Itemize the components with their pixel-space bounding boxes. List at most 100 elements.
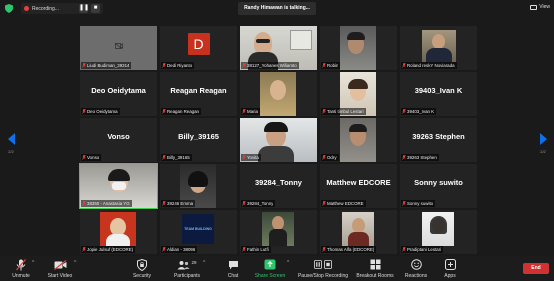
mic-muted-icon bbox=[402, 155, 406, 160]
video-feed-hair bbox=[347, 32, 365, 40]
grid-view-icon bbox=[530, 4, 538, 10]
participant-name-tag: Billy_39165 bbox=[161, 154, 192, 161]
breakout-rooms-button[interactable]: Breakout Rooms bbox=[353, 258, 397, 280]
reactions-button[interactable]: Reactions bbox=[402, 258, 430, 280]
participant-name-tag: Thomas Alfa (EDCORE) bbox=[321, 246, 377, 253]
pause-stop-recording-button[interactable]: Pause/Stop Recording bbox=[294, 258, 352, 280]
participant-tile[interactable]: Matthew EDCORE Matthew EDCORE bbox=[320, 164, 397, 208]
avatar: D bbox=[187, 33, 210, 55]
mic-muted-icon bbox=[402, 247, 406, 252]
mic-muted-icon bbox=[162, 155, 166, 160]
video-feed-person bbox=[254, 32, 272, 54]
participant-tile[interactable]: 39403_Ivan K 39403_Ivan K bbox=[400, 72, 477, 116]
meeting-toolbar: Unmute ^ Start Video ^ Security 29 Parti… bbox=[0, 256, 554, 281]
participant-name: Jopie Julsuf (EDCORE) bbox=[87, 247, 134, 252]
participant-tile[interactable]: Yovita bbox=[240, 118, 317, 162]
participant-name: 38350 - Anastasia YG bbox=[87, 201, 130, 206]
stop-icon bbox=[324, 260, 332, 269]
participant-name: Roland reskY Noviarada bbox=[407, 63, 455, 68]
participant-name-tag: 39263 Stephen bbox=[401, 154, 439, 161]
video-feed-person bbox=[272, 216, 284, 230]
audio-options-caret[interactable]: ^ bbox=[32, 260, 34, 266]
participant-tile[interactable]: Sonny suwito Sonny suwito bbox=[400, 164, 477, 208]
participant-name-tag: Tanti timbul Lestari bbox=[321, 108, 366, 115]
participant-tile[interactable]: Tanti timbul Lestari bbox=[320, 72, 397, 116]
end-meeting-button[interactable]: End bbox=[523, 263, 549, 274]
mic-muted-icon bbox=[322, 155, 326, 160]
start-video-button[interactable]: Start Video bbox=[44, 258, 76, 280]
security-button[interactable]: Security bbox=[128, 258, 156, 280]
participant-name: 39263 Stephen bbox=[407, 155, 437, 160]
participant-name-tag: Yovita bbox=[241, 154, 261, 161]
stop-recording-button[interactable]: ■ bbox=[91, 4, 100, 13]
mic-muted-icon bbox=[82, 201, 86, 206]
participant-tile[interactable]: Roland reskY Noviarada bbox=[400, 26, 477, 70]
participant-tile[interactable]: D Dedi Riyanto bbox=[160, 26, 237, 70]
participant-name-tag: Fathin Lutfi bbox=[241, 246, 271, 253]
pause-recording-button[interactable]: ❚❚ bbox=[79, 4, 89, 13]
participant-display-name: Matthew EDCORE bbox=[326, 177, 391, 187]
participant-tile[interactable]: Maria bbox=[240, 72, 317, 116]
previous-page-button[interactable]: 2/2 bbox=[4, 133, 18, 154]
participant-tile[interactable]: 39284_Tonny 39284_Tonny bbox=[240, 164, 317, 208]
page-indicator-left: 2/2 bbox=[8, 149, 14, 154]
chevron-left-icon bbox=[7, 133, 15, 145]
participant-display-name: 39284_Tonny bbox=[255, 177, 302, 187]
participant-tile[interactable]: 39246 Emma bbox=[160, 164, 237, 208]
participant-name-tag: 38127_Yohanes Wiliamto bbox=[241, 62, 299, 69]
participant-name: Fathin Lutfi bbox=[247, 247, 269, 252]
unmute-label: Unmute bbox=[12, 273, 30, 279]
participants-options-caret[interactable]: ^ bbox=[203, 260, 205, 266]
participant-tile[interactable]: Fathin Lutfi bbox=[240, 210, 317, 254]
participant-tile[interactable]: Odry bbox=[320, 118, 397, 162]
participant-tile[interactable]: 38350 - Anastasia YG bbox=[79, 163, 158, 209]
participant-tile[interactable]: 38127_Yohanes Wiliamto bbox=[240, 26, 317, 70]
mic-muted-icon bbox=[82, 247, 86, 252]
participant-name: 39403_Ivan K bbox=[407, 109, 435, 114]
apps-button[interactable]: Apps bbox=[439, 258, 461, 280]
participant-tile[interactable]: Deo Oeidytama Deo Oeidytama bbox=[80, 72, 157, 116]
participant-name: Pradiptani Lestari bbox=[407, 247, 442, 252]
participant-tile[interactable]: Reagan Reagan Reagan Reagan bbox=[160, 72, 237, 116]
share-screen-options-caret[interactable]: ^ bbox=[287, 260, 289, 266]
video-feed-hair bbox=[264, 122, 288, 132]
participant-name: Billy_39165 bbox=[167, 155, 190, 160]
video-feed-hair bbox=[108, 169, 130, 181]
video-camera-off-icon bbox=[53, 259, 66, 270]
microphone-muted-icon bbox=[16, 258, 26, 270]
participant-tile[interactable]: 39263 Stephen 39263 Stephen bbox=[400, 118, 477, 162]
shield-lock-icon bbox=[137, 258, 147, 271]
participant-name: Thomas Alfa (EDCORE) bbox=[327, 247, 375, 252]
view-button[interactable]: View bbox=[530, 4, 550, 10]
next-page-button[interactable]: 2/2 bbox=[536, 133, 550, 154]
share-screen-button[interactable]: Share Screen bbox=[253, 258, 287, 280]
participant-tile[interactable]: Jopie Julsuf (EDCORE) bbox=[80, 210, 157, 254]
participant-name-tag: Odry bbox=[321, 154, 339, 161]
participant-name: Odry bbox=[327, 155, 337, 160]
participant-name-tag: Pradiptani Lestari bbox=[401, 246, 444, 253]
participant-display-name: Vonso bbox=[107, 131, 130, 141]
participants-button[interactable]: 29 Participants bbox=[170, 258, 204, 280]
participant-name: Liudi Budiman_39314 bbox=[87, 63, 130, 68]
video-feed-body bbox=[426, 48, 452, 62]
unmute-button[interactable]: Unmute bbox=[8, 258, 34, 280]
participant-tile[interactable]: Robin bbox=[320, 26, 397, 70]
participant-tile[interactable]: Liudi Budiman_39314 bbox=[80, 26, 157, 70]
breakout-rooms-icon bbox=[370, 259, 380, 270]
mic-muted-icon bbox=[162, 109, 166, 114]
chevron-right-icon bbox=[539, 133, 547, 145]
meeting-top-bar: Recording... ❚❚ ■ Randy Himawan is talki… bbox=[0, 0, 554, 18]
video-feed-hair bbox=[188, 171, 208, 187]
participant-tile[interactable]: TEAM BUILDING Aldian - 38096 bbox=[160, 210, 237, 254]
participant-name-tag: Aldian - 38096 bbox=[161, 246, 198, 253]
participant-tile[interactable]: Billy_39165 Billy_39165 bbox=[160, 118, 237, 162]
video-feed: TEAM BUILDING bbox=[182, 214, 214, 244]
mic-muted-icon bbox=[82, 109, 86, 114]
participant-tile[interactable]: Vonso Vonso bbox=[80, 118, 157, 162]
shield-icon[interactable] bbox=[5, 4, 13, 13]
participant-tile[interactable]: Pradiptani Lestari bbox=[400, 210, 477, 254]
video-options-caret[interactable]: ^ bbox=[74, 260, 76, 266]
chat-button[interactable]: Chat bbox=[222, 258, 244, 280]
apps-icon bbox=[444, 259, 456, 270]
participant-tile[interactable]: Thomas Alfa (EDCORE) bbox=[320, 210, 397, 254]
